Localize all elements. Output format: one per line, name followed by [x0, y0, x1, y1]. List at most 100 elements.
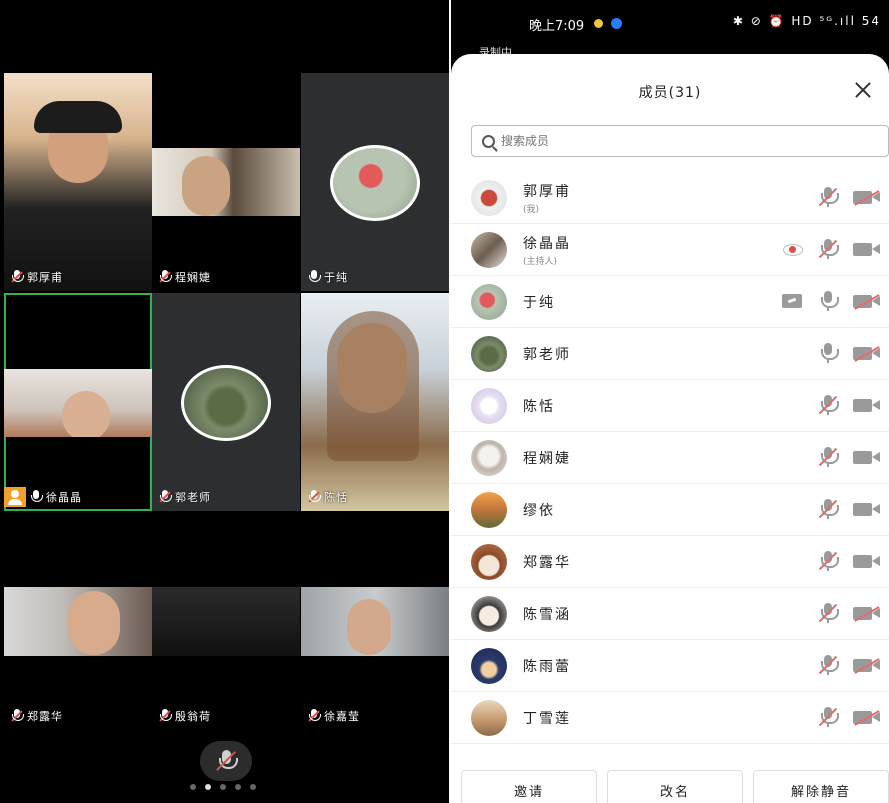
member-row[interactable]: 程娴婕	[451, 432, 889, 484]
video-tile-2[interactable]: 程娴婕	[152, 73, 300, 291]
member-name: 陈雨蕾	[523, 658, 571, 675]
member-row[interactable]: 徐晶晶 (主持人)	[451, 224, 889, 276]
member-row[interactable]: 郑露华	[451, 536, 889, 588]
member-name: 郭厚甫	[523, 183, 571, 200]
member-row[interactable]: 陈恬	[451, 380, 889, 432]
mic-muted-icon	[159, 490, 172, 504]
camera-icon[interactable]	[853, 446, 881, 468]
video-tile-4[interactable]: 徐晶晶	[4, 293, 152, 511]
video-tile-1[interactable]: 郭厚甫	[4, 73, 152, 291]
camera-icon[interactable]	[853, 394, 881, 416]
member-row[interactable]: 郭厚甫 (我)	[451, 172, 889, 224]
avatar	[471, 595, 507, 632]
video-feed	[301, 587, 449, 656]
search-bar[interactable]	[471, 125, 889, 157]
status-time: 晚上7:09	[529, 19, 585, 34]
participant-name: 郑露华	[27, 710, 63, 723]
notification-icon	[594, 19, 603, 28]
speaking-indicator-icon	[781, 238, 803, 260]
member-name: 于纯	[523, 294, 555, 311]
mic-muted-icon[interactable]	[817, 602, 839, 624]
mic-muted-icon	[11, 709, 24, 723]
rename-button[interactable]: 改名	[607, 770, 743, 803]
participant-name: 徐晶晶	[46, 491, 82, 504]
host-icon	[4, 487, 26, 507]
status-icons: ✱ ⊘ ⏰ HD ⁵ᴳ.ıll 54	[732, 14, 881, 28]
avatar	[471, 543, 507, 580]
mic-muted-icon[interactable]	[817, 550, 839, 572]
camera-off-icon[interactable]	[853, 706, 881, 728]
participant-name: 于纯	[324, 271, 348, 284]
mic-icon[interactable]	[817, 342, 839, 364]
member-row[interactable]: 于纯	[451, 276, 889, 328]
tile-label: 郭厚甫	[11, 269, 63, 285]
avatar	[471, 647, 507, 684]
tile-label: 殷翁荷	[159, 708, 211, 724]
video-feed	[152, 148, 300, 216]
avatar	[471, 439, 507, 476]
video-tile-6[interactable]: 陈恬	[301, 293, 449, 511]
member-row[interactable]: 丁雪莲	[451, 692, 889, 744]
video-feed	[152, 587, 300, 656]
member-row[interactable]: 陈雪涵	[451, 588, 889, 640]
camera-off-icon[interactable]	[853, 290, 881, 312]
video-tile-7[interactable]: 郑露华	[4, 512, 152, 730]
member-role: (主持人)	[523, 256, 558, 267]
unmute-all-button[interactable]: 解除静音	[753, 770, 889, 803]
page-dot-active[interactable]	[205, 784, 211, 790]
camera-off-icon[interactable]	[853, 654, 881, 676]
video-tile-5[interactable]: 郭老师	[152, 293, 300, 511]
member-name: 陈雪涵	[523, 606, 571, 623]
page-dot[interactable]	[250, 784, 256, 790]
member-row[interactable]: 郭老师	[451, 328, 889, 380]
mute-toggle-button[interactable]	[200, 741, 252, 781]
invite-button[interactable]: 邀请	[461, 770, 597, 803]
video-feed	[4, 587, 152, 656]
tile-label: 郭老师	[159, 489, 211, 505]
participant-name: 郭老师	[175, 491, 211, 504]
status-bar: 晚上7:09 ✱ ⊘ ⏰ HD ⁵ᴳ.ıll 54 录制中	[451, 0, 889, 59]
screen-share-icon	[781, 290, 803, 312]
mic-muted-icon[interactable]	[817, 394, 839, 416]
participant-avatar	[181, 365, 271, 441]
camera-icon[interactable]	[853, 498, 881, 520]
camera-icon[interactable]	[853, 550, 881, 572]
mic-muted-icon	[308, 490, 321, 504]
mic-muted-icon[interactable]	[817, 654, 839, 676]
mic-muted-icon	[11, 270, 24, 284]
participant-name: 陈恬	[324, 491, 348, 504]
app-notification-icon	[611, 18, 622, 29]
mic-muted-icon[interactable]	[817, 446, 839, 468]
search-input[interactable]	[501, 134, 861, 148]
page-dot[interactable]	[220, 784, 226, 790]
participant-name: 郭厚甫	[27, 271, 63, 284]
video-feed	[301, 293, 449, 511]
video-tile-8[interactable]: 殷翁荷	[152, 512, 300, 730]
close-icon[interactable]	[851, 78, 875, 102]
page-dot[interactable]	[235, 784, 241, 790]
page-dot[interactable]	[190, 784, 196, 790]
tile-label: 郑露华	[11, 708, 63, 724]
member-name: 程娴婕	[523, 450, 571, 467]
tile-label: 陈恬	[308, 489, 348, 505]
mic-icon[interactable]	[817, 290, 839, 312]
avatar	[471, 179, 507, 216]
members-screen: 晚上7:09 ✱ ⊘ ⏰ HD ⁵ᴳ.ıll 54 录制中 成员(31) 郭厚甫…	[451, 0, 889, 803]
page-indicator[interactable]	[190, 784, 256, 790]
mic-muted-icon[interactable]	[817, 498, 839, 520]
member-row[interactable]: 陈雨蕾	[451, 640, 889, 692]
tile-label: 程娴婕	[159, 269, 211, 285]
camera-off-icon[interactable]	[853, 602, 881, 624]
participant-name: 程娴婕	[175, 271, 211, 284]
camera-off-icon[interactable]	[853, 342, 881, 364]
mic-muted-icon[interactable]	[817, 238, 839, 260]
video-tile-3[interactable]: 于纯	[301, 73, 449, 291]
mic-muted-icon[interactable]	[817, 186, 839, 208]
camera-off-icon[interactable]	[853, 186, 881, 208]
member-row[interactable]: 缪依	[451, 484, 889, 536]
member-role: (我)	[523, 204, 540, 215]
camera-icon[interactable]	[853, 238, 881, 260]
video-tile-9[interactable]: 徐嘉莹	[301, 512, 449, 730]
avatar	[471, 335, 507, 372]
mic-muted-icon[interactable]	[817, 706, 839, 728]
